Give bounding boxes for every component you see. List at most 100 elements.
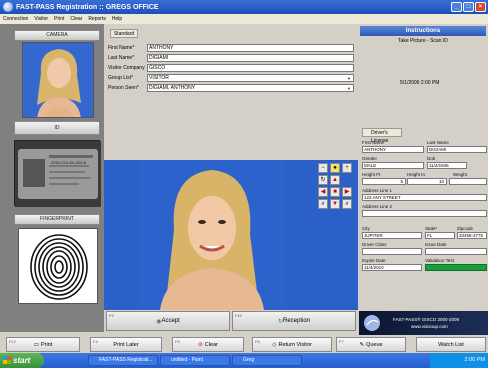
chevron-down-icon[interactable]: ▼: [347, 76, 352, 81]
first-name-label: First Name*: [108, 45, 135, 51]
logo-line1: FAST-PASS® GISCO 2000-2009: [393, 317, 460, 322]
taskbar-item-fastpass[interactable]: FAST-PASS Registrati...: [88, 355, 158, 366]
dl-height-ft-field[interactable]: 5: [362, 178, 406, 185]
visitor-company-field[interactable]: GISCO: [147, 64, 354, 72]
person-seen-label: Person Seen*: [108, 85, 139, 91]
arrow-left-icon[interactable]: ◀: [318, 187, 328, 197]
fingerprint-header[interactable]: FINGERPRINT: [14, 214, 100, 225]
dl-height-ft: Height Ft 5: [362, 172, 406, 185]
menu-clear[interactable]: Clear: [70, 14, 82, 24]
menu-print[interactable]: Print: [54, 14, 64, 24]
menu-visitor[interactable]: Visitor: [34, 14, 48, 24]
capture-button[interactable]: ●: [330, 163, 340, 173]
system-tray: 2:00 PM: [430, 353, 488, 368]
instructions-text: Take Picture - Scan ID: [398, 38, 448, 44]
person-seen-select[interactable]: DIGIAMI, ANTHONY ▼: [147, 84, 354, 92]
drivers-license-panel: Driver's License First Name ANTHONY Last…: [359, 128, 488, 310]
taskbar-item-greg[interactable]: Greg: [232, 355, 302, 366]
dl-class-field[interactable]: [362, 248, 422, 255]
dl-height-in: Height In 10: [407, 172, 447, 185]
camera-header[interactable]: CAMERA: [14, 30, 100, 41]
dl-address-2-field[interactable]: [362, 210, 487, 217]
dl-dob-field[interactable]: 11/4/1945: [427, 162, 467, 169]
tab-drivers-license[interactable]: Driver's License: [362, 128, 402, 144]
dl-issue: Issue Date: [425, 242, 487, 255]
function-bar: F12 ▭ Print F4 Print Later F5 ⊘ Clear F6 ◇…: [0, 337, 488, 353]
instructions-datetime: 5/1/2009 2:00 PM: [400, 80, 440, 86]
taskbar-item-paint[interactable]: untitled - Paint: [160, 355, 230, 366]
group-list-label: Group List*: [108, 75, 134, 81]
print-fkey: F12: [9, 339, 16, 344]
return-visitor-label: Return Visitor: [278, 341, 312, 348]
visitor-company-row: Visitor Company GISCO: [108, 64, 356, 73]
clear-icon: ⊘: [198, 341, 203, 348]
dl-address-1-field[interactable]: 123 ANY STREET: [362, 194, 487, 201]
dl-gender-field[interactable]: MALE: [362, 162, 424, 169]
print-label: Print: [40, 341, 53, 348]
watch-list-button[interactable]: Watch List: [416, 337, 486, 352]
arrow-right-icon[interactable]: ▶: [342, 187, 352, 197]
person-seen-value: DIGIAMI, ANTHONY: [149, 85, 196, 91]
menu-help[interactable]: Help: [112, 14, 122, 24]
chevron-down-icon[interactable]: ▼: [347, 86, 352, 91]
dl-first-name-field[interactable]: ANTHONY: [362, 146, 424, 153]
maximize-button[interactable]: □: [463, 2, 474, 12]
dl-state: State* FL: [425, 226, 455, 239]
clear-fkey: F5: [175, 339, 180, 344]
search-icon[interactable]: ⌕: [342, 199, 352, 209]
dl-validation-status: [425, 264, 487, 271]
minimize-button[interactable]: _: [451, 2, 462, 12]
group-list-select[interactable]: VISITOR ▼: [147, 74, 354, 82]
dl-gender: Gender MALE: [362, 156, 424, 169]
camera-preview: [22, 42, 94, 118]
reception-fkey: F10: [235, 313, 242, 318]
arrow-down-icon[interactable]: ▼: [330, 199, 340, 209]
center-icon[interactable]: ■: [330, 187, 340, 197]
person-seen-row: Person Seen* DIGIAMI, ANTHONY ▼: [108, 84, 356, 93]
last-name-row: Last Name* DIGIAMI: [108, 54, 356, 63]
start-label: start: [13, 356, 31, 365]
dl-zip-field[interactable]: 33458-3775: [457, 232, 487, 239]
camera-face-image: [23, 43, 93, 117]
first-name-field[interactable]: ANTHONY: [147, 44, 354, 52]
reception-button[interactable]: F10 ↻ Reception: [232, 311, 356, 331]
dl-city-field[interactable]: JUPITER: [362, 232, 422, 239]
tab-standard[interactable]: Standard: [110, 29, 138, 38]
print-button[interactable]: F12 ▭ Print: [6, 337, 80, 352]
group-list-row: Group List* VISITOR ▼: [108, 74, 356, 83]
dl-zip: Zipcode 33458-3775: [457, 226, 487, 239]
dl-last-name-field[interactable]: DIGIAMI: [427, 146, 487, 153]
fingerprint-image: [18, 228, 98, 304]
menu-connection[interactable]: Connection: [3, 14, 28, 24]
menu-reports[interactable]: Reports: [88, 14, 106, 24]
last-name-field[interactable]: DIGIAMI: [147, 54, 354, 62]
return-visitor-button[interactable]: F6 ◇ Return Visitor: [252, 337, 332, 352]
dl-weight-field[interactable]: [449, 178, 487, 185]
dl-expire-field[interactable]: 11/4/2010: [362, 264, 422, 271]
rotate-icon[interactable]: ↻: [318, 175, 328, 185]
zoom-out-button[interactable]: −: [318, 163, 328, 173]
close-button[interactable]: ×: [475, 2, 486, 12]
instructions-header: Instructions: [360, 26, 486, 36]
dl-issue-field[interactable]: [425, 248, 487, 255]
fingerprint-icon: [30, 234, 88, 300]
return-visitor-icon: ◇: [272, 341, 277, 348]
clear-button[interactable]: F5 ⊘ Clear: [172, 337, 244, 352]
arrow-up-icon[interactable]: ▲: [330, 175, 340, 185]
zoom-in-button[interactable]: +: [342, 163, 352, 173]
dl-height-in-field[interactable]: 10: [407, 178, 447, 185]
dl-dob: Dob 11/4/1945: [427, 156, 467, 169]
app-logo-icon: [3, 2, 13, 12]
start-button[interactable]: start: [0, 353, 44, 368]
fastpass-logo-banner: FAST-PASS® GISCO 2000-2009 www.visisoup.…: [359, 311, 488, 335]
first-name-row: First Name* ANTHONY: [108, 44, 356, 53]
queue-button[interactable]: F7 ✎ Queue: [336, 337, 406, 352]
accept-button[interactable]: F9 ◉ Accept: [106, 311, 230, 331]
magnify-icon[interactable]: ⌕: [318, 199, 328, 209]
print-later-button[interactable]: F4 Print Later: [90, 337, 162, 352]
dl-address-2: Address Line 2: [362, 204, 487, 217]
dl-state-field[interactable]: FL: [425, 232, 455, 239]
windows-logo-icon: [3, 356, 11, 364]
dl-last-name: Last Name DIGIAMI: [427, 140, 487, 153]
id-header[interactable]: ID: [14, 121, 100, 135]
